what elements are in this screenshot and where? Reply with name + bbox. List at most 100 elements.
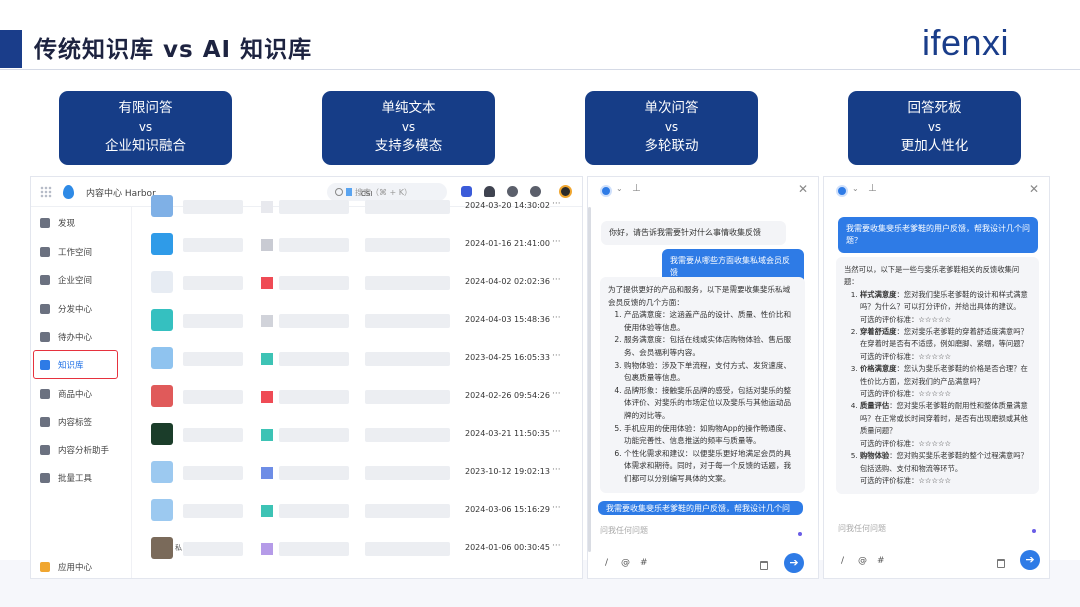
send-button[interactable]: ➔ <box>784 553 804 573</box>
list-item[interactable]: 2024-04-03 15:48:36 ··· <box>143 303 582 341</box>
list-item[interactable]: 2024-02-26 09:54:26 ··· <box>143 379 582 417</box>
content-title-redacted <box>183 390 243 404</box>
content-type-tag <box>261 201 273 213</box>
list-item[interactable]: 2023-10-12 19:02:13 ··· <box>143 455 582 493</box>
sidebar-item-analysis[interactable]: 内容分析助手 <box>40 440 109 460</box>
more-icon[interactable]: ··· <box>552 389 561 399</box>
chevron-down-icon[interactable]: ⌄ <box>616 184 623 193</box>
comparison-box-modality: 单纯文本 vs 支持多模态 <box>322 91 495 165</box>
more-icon[interactable]: ··· <box>552 541 561 551</box>
trash-icon[interactable] <box>760 561 768 570</box>
bot-answer: 当然可以，以下是一些与斐乐老爹鞋相关的反馈收集问题： 样式满意度：您对我们斐乐老… <box>836 257 1039 495</box>
chat-input[interactable]: 问我任何问题 <box>838 523 886 534</box>
more-icon[interactable]: ··· <box>552 313 561 323</box>
list-item[interactable]: 2024-03-20 14:30:02 ··· CSI <box>143 189 582 227</box>
send-button[interactable]: ➔ <box>1020 550 1040 570</box>
sidebar: 发现 工作空间 企业空间 分发中心 待办中心 知识库 商品中心 内容标签 内容分… <box>31 207 132 578</box>
content-type-tag <box>261 353 273 365</box>
more-icon[interactable]: ··· <box>552 503 561 513</box>
content-date: 2023-10-12 19:02:13 <box>465 467 550 476</box>
comparison-vs: vs <box>138 120 153 134</box>
content-thumbnail <box>151 461 173 483</box>
slide-title: 传统知识库 vs AI 知识库 <box>34 37 313 63</box>
list-item[interactable]: 2024-03-06 15:16:29 ··· <box>143 493 582 531</box>
sidebar-item-discover[interactable]: 发现 <box>40 213 75 233</box>
comparison-bottom: 支持多模态 <box>374 138 443 154</box>
rating-criteria: 可选的评价标准：☆☆☆☆☆ <box>860 351 952 361</box>
content-owner-redacted <box>365 466 450 480</box>
answer-item: 服务满意度：包括在线或实体店购物体验、售后服务、会员福利等内容。 <box>624 334 797 359</box>
sidebar-item-label: 分发中心 <box>58 305 93 315</box>
list-item[interactable]: 2023-04-25 16:05:33 ··· <box>143 341 582 379</box>
list-item[interactable]: 2024-04-02 02:02:36 ··· <box>143 265 582 303</box>
content-date: 2023-04-25 16:05:33 <box>465 353 550 362</box>
list-item[interactable]: 2024-01-16 21:41:00 ··· <box>143 227 582 265</box>
sidebar-item-todo[interactable]: 待办中心 <box>40 327 92 347</box>
sidebar-item-label: 发现 <box>58 219 76 229</box>
title-divider <box>0 69 1080 70</box>
product-icon <box>40 389 50 399</box>
comparison-box-multiturn: 单次问答 vs 多轮联动 <box>585 91 758 165</box>
answer-item-key: 质量评估 <box>860 401 890 411</box>
comparison-vs: vs <box>927 120 942 134</box>
more-icon[interactable]: ··· <box>552 199 561 209</box>
tag-icon <box>40 417 50 427</box>
more-icon[interactable]: ··· <box>552 275 561 285</box>
topic-button[interactable]: # <box>640 558 648 568</box>
sidebar-item-workspace[interactable]: 工作空间 <box>40 242 92 262</box>
content-title-redacted <box>183 276 243 290</box>
more-icon[interactable]: ··· <box>552 427 561 437</box>
answer-item: 样式满意度：您对我们斐乐老爹鞋的设计和样式满意吗？为什么？可以打分评价，并给出具… <box>860 289 1031 326</box>
slash-command-button[interactable]: / <box>841 556 844 566</box>
pin-icon[interactable]: ⊥ <box>632 183 641 194</box>
answer-item: 价格满意度：您认为斐乐老爹鞋的价格是否合理？在性价比方面，您对我们的产品满意吗？… <box>860 363 1031 400</box>
content-meta-redacted <box>279 200 349 214</box>
content-thumbnail <box>151 423 173 445</box>
content-date: 2024-01-06 00:30:45 <box>465 543 550 552</box>
sidebar-item-app-center[interactable]: 应用中心 <box>40 557 92 577</box>
comparison-bottom: 更加人性化 <box>900 138 969 154</box>
sidebar-item-batch[interactable]: 批量工具 <box>40 468 92 488</box>
rating-criteria: 可选的评价标准：☆☆☆☆☆ <box>860 314 952 324</box>
sidebar-item-label: 批量工具 <box>58 474 93 484</box>
answer-item-key: 购物体验 <box>860 451 890 461</box>
content-thumbnail <box>151 309 173 331</box>
chevron-down-icon[interactable]: ⌄ <box>852 184 859 193</box>
content-owner-redacted <box>365 276 450 290</box>
trash-icon[interactable] <box>997 559 1005 568</box>
knowledge-base-app: 内容中心 Harbor 搜索（⌘ + K） 发现 工作空间 企业空间 分发中心 … <box>30 176 583 579</box>
sidebar-item-distribute[interactable]: 分发中心 <box>40 299 92 319</box>
content-meta-redacted <box>279 352 349 366</box>
close-icon[interactable]: ✕ <box>798 182 808 196</box>
app-center-icon <box>40 562 50 572</box>
content-thumbnail <box>151 499 173 521</box>
more-icon[interactable]: ··· <box>552 237 561 247</box>
harbor-logo-icon <box>63 185 74 199</box>
scrollbar[interactable] <box>588 207 591 552</box>
list-item[interactable]: 2024-03-21 11:50:35 ··· <box>143 417 582 455</box>
mention-button[interactable]: @ <box>621 558 630 568</box>
bot-icon[interactable] <box>836 185 848 197</box>
sidebar-item-product[interactable]: 商品中心 <box>40 384 92 404</box>
slash-command-button[interactable]: / <box>605 558 608 568</box>
more-icon[interactable]: ··· <box>552 351 561 361</box>
topic-button[interactable]: # <box>877 556 885 566</box>
chat-input[interactable]: 问我任何问题 <box>600 525 648 536</box>
sidebar-item-enterprise[interactable]: 企业空间 <box>40 270 92 290</box>
pin-icon[interactable]: ⊥ <box>868 183 877 194</box>
content-date: 2024-02-26 09:54:26 <box>465 391 550 400</box>
app-grid-icon[interactable] <box>40 186 52 198</box>
content-owner-redacted <box>365 238 450 252</box>
content-title-redacted <box>183 200 243 214</box>
sidebar-item-tags[interactable]: 内容标签 <box>40 412 92 432</box>
content-type-tag <box>261 467 273 479</box>
content-thumbnail <box>151 385 173 407</box>
mention-button[interactable]: @ <box>858 556 867 566</box>
close-icon[interactable]: ✕ <box>1029 182 1039 196</box>
sidebar-item-label: 内容分析助手 <box>58 446 110 456</box>
bot-greeting: 你好，请告诉我需要针对什么事情收集反馈 <box>601 221 786 245</box>
content-owner-redacted <box>365 352 450 366</box>
more-icon[interactable]: ··· <box>552 465 561 475</box>
list-item[interactable]: 2024-01-06 00:30:45 ··· 私 <box>143 531 582 569</box>
bot-icon[interactable] <box>600 185 612 197</box>
